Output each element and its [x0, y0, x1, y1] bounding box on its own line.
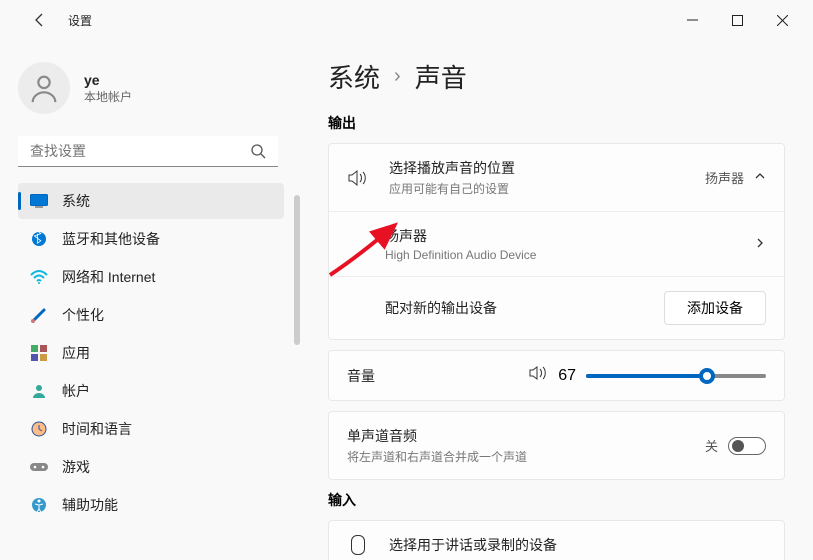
input-card: 选择用于讲话或录制的设备 [328, 520, 785, 560]
input-select-row[interactable]: 选择用于讲话或录制的设备 [329, 521, 784, 560]
profile-name: ye [84, 72, 132, 88]
mono-toggle[interactable] [728, 437, 766, 455]
speaker-device-row[interactable]: 扬声器 High Definition Audio Device [329, 211, 784, 276]
back-button[interactable] [24, 4, 56, 36]
volume-value: 67 [558, 367, 576, 385]
sidebar-scrollbar[interactable] [294, 195, 300, 345]
nav-item-network[interactable]: 网络和 Internet [18, 259, 284, 295]
row-title: 配对新的输出设备 [385, 298, 664, 318]
toggle-state: 关 [705, 436, 718, 455]
nav-item-bluetooth[interactable]: 蓝牙和其他设备 [18, 221, 284, 257]
avatar [18, 62, 70, 114]
nav-label: 辅助功能 [62, 495, 118, 515]
breadcrumb-current: 声音 [415, 58, 467, 95]
nav-label: 蓝牙和其他设备 [62, 229, 160, 249]
mono-card: 单声道音频 将左声道和右声道合并成一个声道 关 [328, 411, 785, 480]
nav-item-accessibility[interactable]: 辅助功能 [18, 487, 284, 523]
breadcrumb-root[interactable]: 系统 [328, 58, 380, 95]
row-subtitle: High Definition Audio Device [385, 248, 754, 262]
titlebar: 设置 [0, 0, 813, 40]
bluetooth-icon [30, 230, 48, 248]
speaker-icon [347, 169, 369, 187]
row-title: 选择播放声音的位置 [389, 158, 705, 178]
gamepad-icon [30, 458, 48, 476]
volume-row: 音量 67 [329, 351, 784, 400]
sidebar: ye 本地帐户 系统 蓝牙和其他设备 网络和 Internet 个性 [0, 40, 300, 560]
output-heading: 输出 [328, 113, 785, 133]
chevron-right-icon [754, 237, 766, 252]
nav-item-system[interactable]: 系统 [18, 183, 284, 219]
profile[interactable]: ye 本地帐户 [18, 44, 300, 136]
volume-icon[interactable] [528, 365, 548, 386]
nav-item-personalization[interactable]: 个性化 [18, 297, 284, 333]
brush-icon [30, 306, 48, 324]
system-icon [30, 192, 48, 210]
add-device-button[interactable]: 添加设备 [664, 291, 766, 325]
output-card: 选择播放声音的位置 应用可能有自己的设置 扬声器 扬声器 High Defini… [328, 143, 785, 340]
nav: 系统 蓝牙和其他设备 网络和 Internet 个性化 应用 帐户 [18, 181, 284, 525]
window-title: 设置 [68, 12, 92, 29]
microphone-icon [347, 535, 369, 555]
row-title: 扬声器 [385, 226, 754, 246]
minimize-button[interactable] [670, 5, 715, 35]
nav-label: 个性化 [62, 305, 104, 325]
wifi-icon [30, 268, 48, 286]
selected-output: 扬声器 [705, 168, 744, 187]
row-title: 音量 [347, 366, 528, 386]
search-icon [250, 143, 266, 164]
row-title: 选择用于讲话或录制的设备 [389, 535, 766, 555]
search-input[interactable] [18, 136, 278, 167]
row-title: 单声道音频 [347, 426, 705, 446]
input-heading: 输入 [328, 490, 785, 510]
window-controls [670, 5, 805, 35]
nav-label: 游戏 [62, 457, 90, 477]
row-subtitle: 将左声道和右声道合并成一个声道 [347, 448, 705, 465]
volume-slider[interactable] [586, 374, 766, 378]
nav-item-accounts[interactable]: 帐户 [18, 373, 284, 409]
pair-output-row: 配对新的输出设备 添加设备 [329, 276, 784, 339]
nav-item-gaming[interactable]: 游戏 [18, 449, 284, 485]
mono-row: 单声道音频 将左声道和右声道合并成一个声道 关 [329, 412, 784, 479]
volume-card: 音量 67 [328, 350, 785, 401]
chevron-up-icon [754, 170, 766, 185]
nav-label: 系统 [62, 191, 90, 211]
nav-item-apps[interactable]: 应用 [18, 335, 284, 371]
profile-subtitle: 本地帐户 [84, 88, 132, 105]
main-content: 系统 › 声音 输出 选择播放声音的位置 应用可能有自己的设置 扬声器 扬声器 [300, 40, 813, 560]
chevron-right-icon: › [394, 65, 401, 88]
clock-icon [30, 420, 48, 438]
apps-icon [30, 344, 48, 362]
close-button[interactable] [760, 5, 805, 35]
output-select-row[interactable]: 选择播放声音的位置 应用可能有自己的设置 扬声器 [329, 144, 784, 211]
nav-label: 时间和语言 [62, 419, 132, 439]
nav-item-time[interactable]: 时间和语言 [18, 411, 284, 447]
nav-label: 应用 [62, 343, 90, 363]
nav-label: 网络和 Internet [62, 267, 155, 287]
accessibility-icon [30, 496, 48, 514]
search-box[interactable] [18, 136, 278, 167]
person-icon [30, 382, 48, 400]
breadcrumb: 系统 › 声音 [328, 58, 785, 95]
nav-label: 帐户 [62, 381, 90, 401]
row-subtitle: 应用可能有自己的设置 [389, 180, 705, 197]
maximize-button[interactable] [715, 5, 760, 35]
